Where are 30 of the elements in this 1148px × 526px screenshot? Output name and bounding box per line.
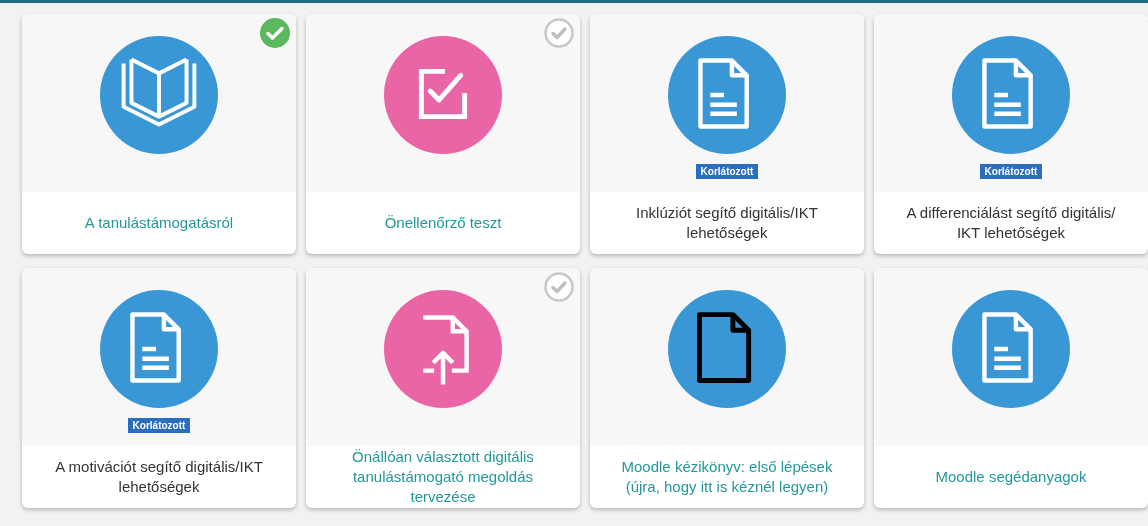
upload-icon: [384, 290, 502, 408]
restricted-badge: Korlátozott: [979, 164, 1043, 179]
document-icon: [668, 290, 786, 408]
restricted-badge: Korlátozott: [127, 418, 191, 433]
activity-card[interactable]: Moodle segédanyagok: [874, 268, 1148, 508]
checkbox-icon: [384, 36, 502, 154]
incomplete-check-icon[interactable]: [544, 272, 574, 302]
activity-card[interactable]: Önellenőrző teszt: [306, 14, 580, 254]
activity-title: A motivációt segítő digitális/IKT lehetőségek: [54, 457, 264, 497]
completed-check-icon[interactable]: [260, 18, 290, 48]
activity-card[interactable]: A tanulástámogatásról: [22, 14, 296, 254]
restricted-badge: Korlátozott: [695, 164, 759, 179]
activity-card[interactable]: Korlátozott A motivációt segítő digitális/IKT lehetőségek: [22, 268, 296, 508]
document-icon: [100, 290, 218, 408]
incomplete-check-icon[interactable]: [544, 18, 574, 48]
document-icon: [952, 36, 1070, 154]
activity-card[interactable]: Korlátozott Inklúziót segítő digitális/IKT lehetőségek: [590, 14, 864, 254]
activity-card[interactable]: Korlátozott A differenciálást segítő digitális/ IKT lehetőségek: [874, 14, 1148, 254]
activity-link[interactable]: Önellenőrző teszt: [384, 213, 502, 233]
document-icon: [668, 36, 786, 154]
activity-card[interactable]: Moodle kézikönyv: első lépések (újra, hogy itt is kéznél legyen): [590, 268, 864, 508]
activity-title: Inklúziót segítő digitális/IKT lehetőségek: [635, 203, 819, 243]
book-icon: [100, 36, 218, 154]
activity-link[interactable]: A tanulástámogatásról: [84, 213, 234, 233]
activity-link[interactable]: Moodle segédanyagok: [935, 467, 1087, 487]
document-icon: [952, 290, 1070, 408]
activity-title: A differenciálást segítő digitális/ IKT lehetőségek: [905, 203, 1117, 243]
activity-link[interactable]: Önállóan választott digitális tanulástámogató megoldás tervezése: [332, 447, 554, 507]
activity-card[interactable]: Önállóan választott digitális tanulástámogató megoldás tervezése: [306, 268, 580, 508]
activity-link[interactable]: Moodle kézikönyv: első lépések (újra, hogy itt is kéznél legyen): [616, 457, 838, 497]
